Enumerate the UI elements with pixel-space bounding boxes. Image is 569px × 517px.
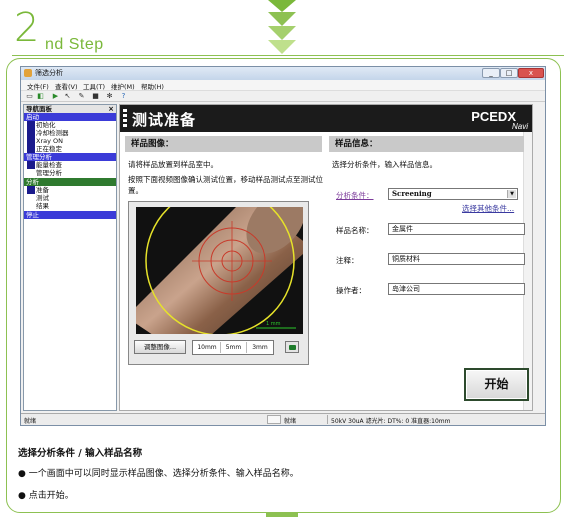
condition-value: Screening: [392, 189, 432, 198]
sample-name-label: 样品名称：: [336, 226, 374, 235]
step-label: nd Step: [45, 36, 104, 53]
menu-bar: 文件(F) 查看(V) 工具(T) 维护(M) 帮助(H): [21, 80, 545, 91]
app-icon: [24, 69, 32, 77]
nav-item-prepare[interactable]: 准备: [24, 186, 116, 194]
menu-view[interactable]: 查看(V): [55, 81, 78, 91]
caption-title: 选择分析条件 / 输入样品名称: [18, 448, 143, 459]
play-icon[interactable]: ▶: [51, 92, 60, 100]
main-content: 测试准备 PCEDX Navi 样品图像： 请将样品放置到样品室中。 按照下面视…: [119, 104, 533, 411]
condition-label[interactable]: 分析条件：: [336, 190, 374, 201]
step-marker: [27, 186, 35, 194]
toolbar: ▭ ◧ ▶ ↖ ✎ ■ ✻ ?: [21, 91, 545, 102]
zoom-5mm-button[interactable]: 5mm: [221, 342, 247, 353]
menu-maintenance[interactable]: 维护(M): [111, 81, 135, 91]
condition-select[interactable]: Screening ▼: [388, 188, 518, 200]
operator-label: 操作者：: [336, 286, 366, 295]
step-marker: [27, 161, 35, 169]
scale-label: 1 mm: [266, 321, 281, 327]
menu-help[interactable]: 帮助(H): [141, 81, 164, 91]
caption-bullet-2: ● 点击开始。: [18, 488, 74, 501]
caption-bullet-text: 一个画面中可以同时显示样品图像、选择分析条件、输入样品名称。: [28, 469, 299, 479]
step-marker: [27, 145, 35, 153]
sample-image-instruction: 请将样品放置到样品室中。: [128, 160, 218, 169]
maximize-button[interactable]: □: [500, 68, 518, 78]
position-instruction: 按照下面视频图像确认测试位置，移动样品测试点至测试位置。: [128, 175, 323, 195]
status-ready: 就绪: [24, 418, 37, 425]
status-instrument: 50kV 30uA 滤光片: DT%: 0 准直器:10mm: [331, 418, 451, 425]
sample-video-image: [136, 207, 303, 334]
status-indicator: [267, 415, 281, 424]
nav-item-xray-on[interactable]: Xray ON: [24, 137, 116, 145]
step-marker: [27, 137, 35, 145]
nav-section-analysis[interactable]: 分析: [24, 178, 116, 186]
nav-section-manage[interactable]: 管理分析: [24, 153, 116, 161]
brand-subtitle: Navi: [511, 122, 528, 131]
menu-file[interactable]: 文件(F): [27, 81, 49, 91]
zoom-3mm-button[interactable]: 3mm: [247, 342, 273, 353]
adjust-image-button[interactable]: 调整图像...: [134, 340, 186, 354]
zoom-selector: 10mm 5mm 3mm: [192, 340, 274, 355]
help-icon[interactable]: ?: [119, 92, 128, 100]
nav-item-result[interactable]: 结果: [24, 202, 116, 210]
zoom-10mm-button[interactable]: 10mm: [194, 342, 221, 353]
window-title: 筛选分析: [35, 69, 63, 77]
nav-section-startup[interactable]: 启动: [24, 113, 116, 121]
step-number: 2: [14, 5, 40, 51]
comment-label: 注释：: [336, 256, 359, 265]
settings-icon[interactable]: ✻: [105, 92, 114, 100]
sample-info-instruction: 选择分析条件，输入样品信息。: [332, 160, 437, 169]
capture-button[interactable]: [285, 341, 299, 353]
brand-logo: PCEDX: [471, 109, 516, 124]
nav-item-test[interactable]: 测试: [24, 194, 116, 202]
step-marker: [27, 129, 35, 137]
app-window: 筛选分析 _ □ x 文件(F) 查看(V) 工具(T) 维护(M) 帮助(H)…: [20, 66, 546, 426]
caption-bullet-text: 点击开始。: [28, 491, 74, 501]
status-mid: 就绪: [284, 418, 297, 425]
page-title: 测试准备: [132, 111, 197, 129]
pointer-icon[interactable]: ↖: [63, 92, 72, 100]
camera-icon: [289, 345, 296, 350]
down-arrows-icon: [268, 0, 296, 54]
sample-image-header: 样品图像：: [125, 136, 322, 152]
minimize-button[interactable]: _: [482, 68, 500, 78]
new-icon[interactable]: ▭: [25, 92, 34, 100]
nav-item-manage-analysis[interactable]: 管理分析: [24, 169, 116, 177]
status-divider: [327, 415, 328, 424]
header-bars-icon: [123, 109, 127, 128]
other-conditions-link[interactable]: 选择其他条件...: [462, 203, 514, 214]
close-button[interactable]: x: [518, 68, 544, 78]
caption-bullet-1: ● 一个画面中可以同时显示样品图像、选择分析条件、输入样品名称。: [18, 466, 299, 479]
sample-name-input[interactable]: 金属件: [388, 223, 525, 235]
comment-input[interactable]: 铜质材料: [388, 253, 525, 265]
nav-header-label: 导航面板: [26, 105, 52, 113]
status-bar: 就绪 就绪 50kV 30uA 滤光片: DT%: 0 准直器:10mm: [21, 413, 545, 425]
nav-item-cool-detector[interactable]: 冷却检测器: [24, 129, 116, 137]
step-marker: [27, 121, 35, 129]
bullet-icon: ●: [18, 469, 26, 479]
nav-close-icon[interactable]: ×: [108, 105, 114, 113]
nav-section-stop[interactable]: 停止: [24, 211, 116, 219]
nav-item-initialize[interactable]: 初始化: [24, 121, 116, 129]
step-divider: [12, 55, 564, 56]
menu-tools[interactable]: 工具(T): [83, 81, 105, 91]
operator-input[interactable]: 岛津公司: [388, 283, 525, 295]
image-viewer: 1 mm 调整图像... 10mm 5mm 3mm: [128, 201, 309, 365]
nav-header: 导航面板 ×: [24, 105, 116, 113]
start-button[interactable]: 开始: [464, 368, 529, 401]
edit-icon[interactable]: ✎: [77, 92, 86, 100]
nav-item-stabilizing[interactable]: 正在稳定: [24, 145, 116, 153]
sample-info-header: 样品信息：: [329, 136, 524, 152]
save-icon[interactable]: ■: [91, 92, 100, 100]
bullet-icon: ●: [18, 491, 26, 501]
content-header: 测试准备 PCEDX Navi: [120, 105, 532, 132]
chevron-down-icon: ▼: [507, 190, 516, 198]
camera-view[interactable]: 1 mm: [136, 207, 303, 334]
title-bar: 筛选分析 _ □ x: [21, 67, 545, 80]
nav-item-energy-check[interactable]: 能量检查: [24, 161, 116, 169]
open-icon[interactable]: ◧: [36, 92, 45, 100]
navigation-panel: 导航面板 × 启动 初始化 冷却检测器 Xray ON 正在稳定 管理分析 能量…: [23, 104, 117, 411]
frame-tab: [266, 513, 298, 517]
